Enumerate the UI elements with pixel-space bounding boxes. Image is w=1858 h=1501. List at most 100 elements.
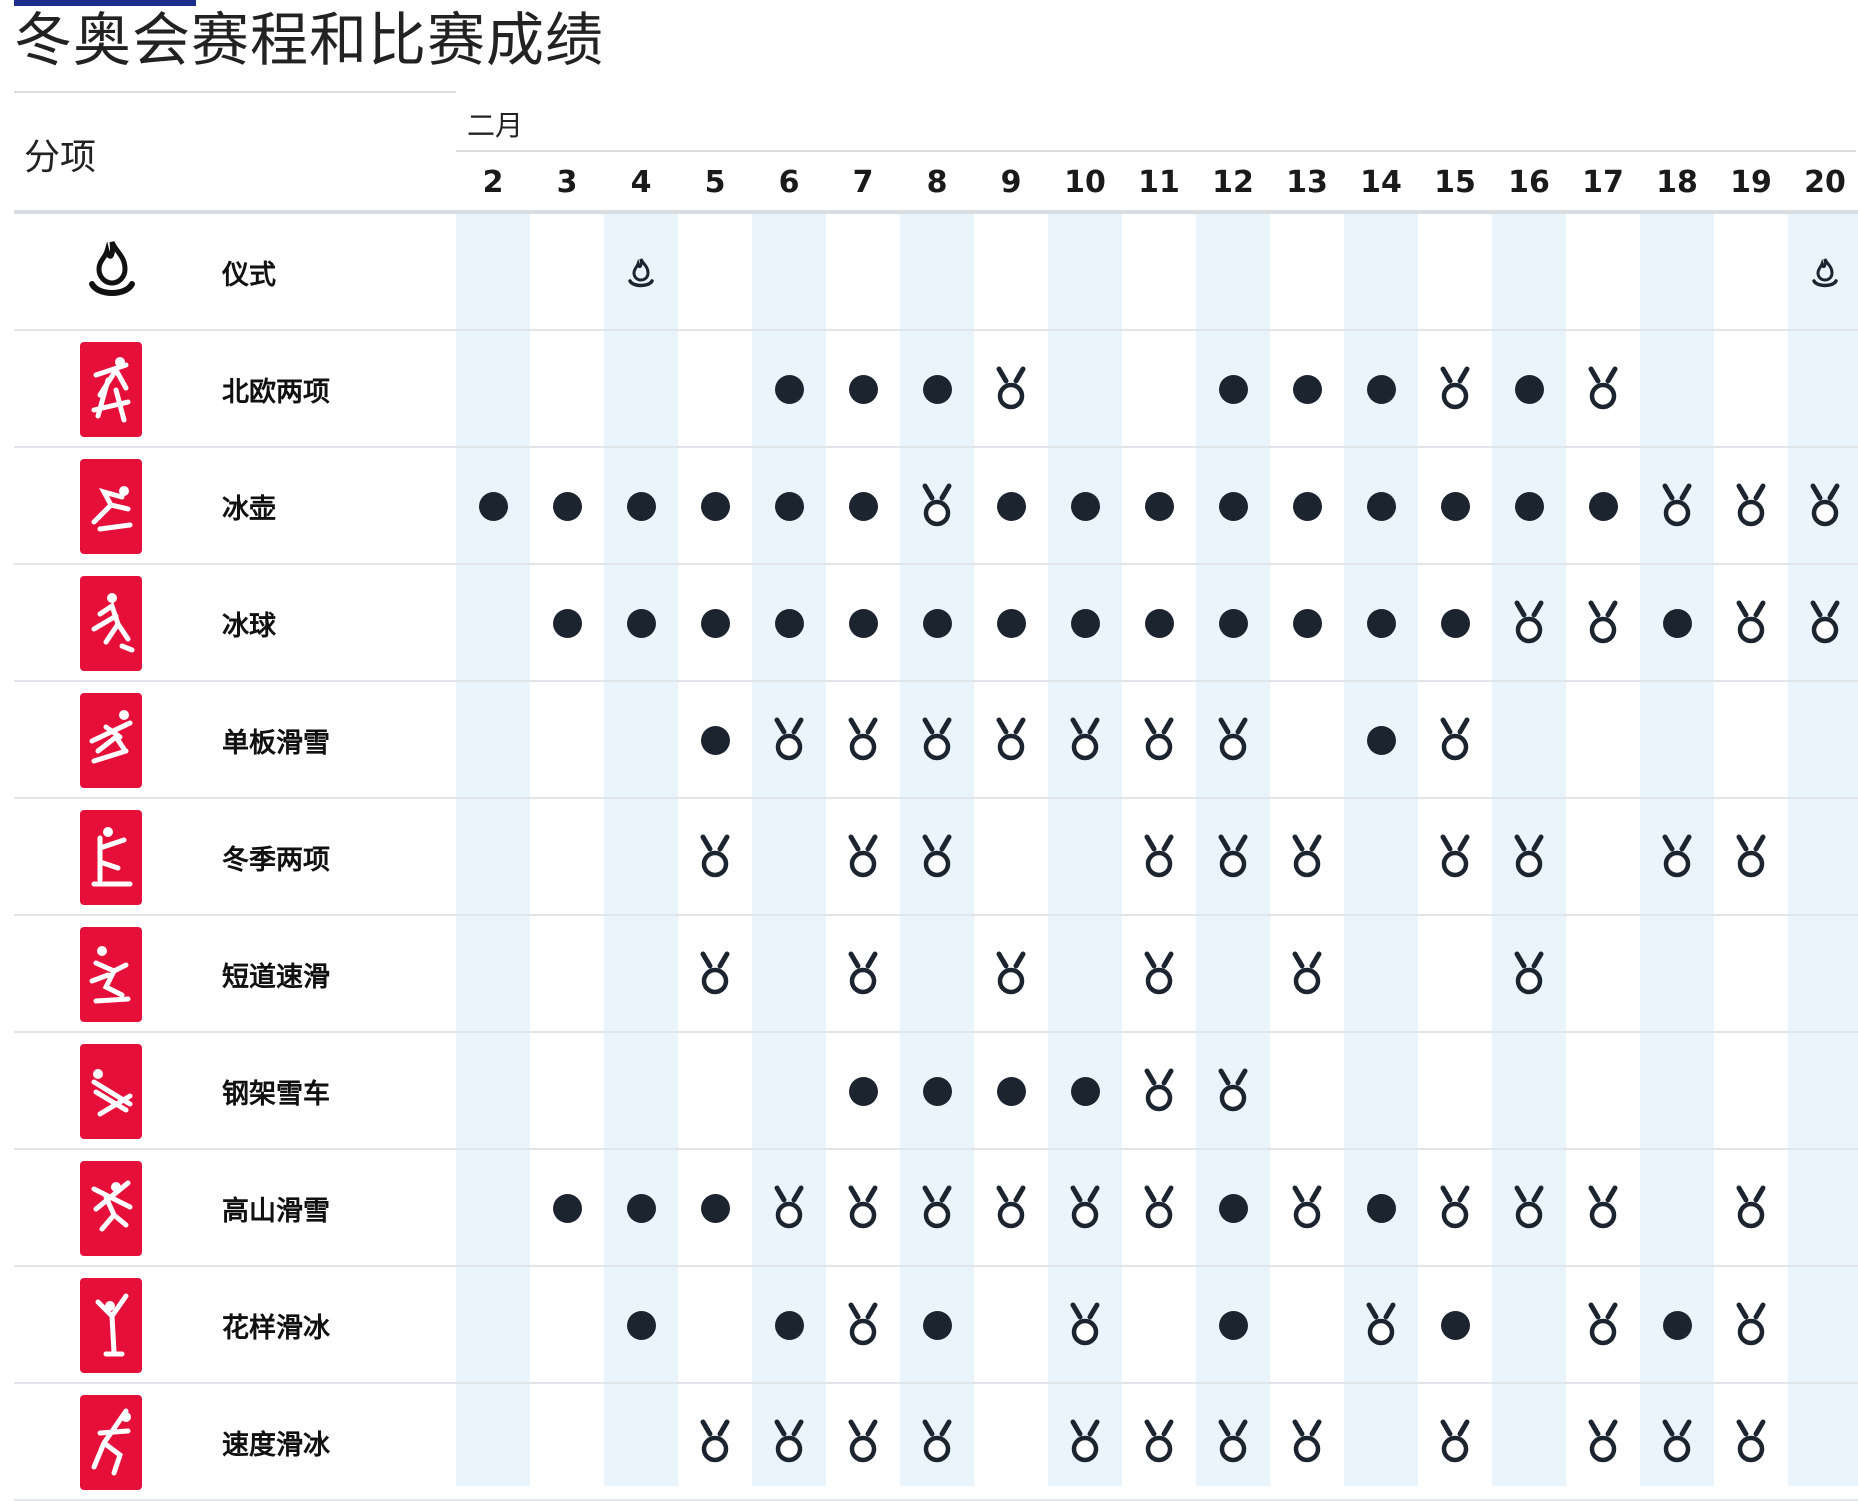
- medal-event[interactable]: [1344, 1267, 1418, 1384]
- competition-dot[interactable]: [1418, 1267, 1492, 1384]
- sport-name[interactable]: 单板滑雪: [222, 682, 330, 799]
- medal-event[interactable]: [1270, 1150, 1344, 1267]
- competition-dot[interactable]: [752, 448, 826, 565]
- medal-event[interactable]: [1714, 799, 1788, 916]
- competition-dot[interactable]: [530, 448, 604, 565]
- medal-event[interactable]: [1122, 799, 1196, 916]
- competition-dot[interactable]: [678, 448, 752, 565]
- competition-dot[interactable]: [1270, 565, 1344, 682]
- medal-event[interactable]: [1714, 448, 1788, 565]
- competition-dot[interactable]: [604, 1150, 678, 1267]
- medal-event[interactable]: [1492, 916, 1566, 1033]
- competition-dot[interactable]: [1640, 565, 1714, 682]
- competition-dot[interactable]: [826, 331, 900, 448]
- medal-event[interactable]: [1122, 682, 1196, 799]
- medal-event[interactable]: [1048, 1150, 1122, 1267]
- sport-name[interactable]: 冰球: [222, 565, 276, 682]
- medal-event[interactable]: [1714, 565, 1788, 682]
- competition-dot[interactable]: [1492, 331, 1566, 448]
- competition-dot[interactable]: [826, 565, 900, 682]
- medal-event[interactable]: [826, 799, 900, 916]
- medal-event[interactable]: [1418, 799, 1492, 916]
- medal-event[interactable]: [1418, 1384, 1492, 1501]
- sport-row[interactable]: 单板滑雪: [14, 682, 1858, 799]
- medal-event[interactable]: [974, 682, 1048, 799]
- sport-name[interactable]: 冰壶: [222, 448, 276, 565]
- medal-event[interactable]: [752, 682, 826, 799]
- medal-event[interactable]: [826, 1267, 900, 1384]
- medal-event[interactable]: [826, 1150, 900, 1267]
- competition-dot[interactable]: [604, 448, 678, 565]
- medal-event[interactable]: [1270, 799, 1344, 916]
- medal-event[interactable]: [1640, 448, 1714, 565]
- competition-dot[interactable]: [1344, 448, 1418, 565]
- competition-dot[interactable]: [752, 565, 826, 682]
- sport-name[interactable]: 冬季两项: [222, 799, 330, 916]
- competition-dot[interactable]: [826, 448, 900, 565]
- ceremony-event[interactable]: [1788, 214, 1858, 331]
- competition-dot[interactable]: [974, 448, 1048, 565]
- competition-dot[interactable]: [1122, 448, 1196, 565]
- competition-dot[interactable]: [1344, 682, 1418, 799]
- medal-event[interactable]: [1566, 1267, 1640, 1384]
- medal-event[interactable]: [678, 799, 752, 916]
- medal-event[interactable]: [1048, 1267, 1122, 1384]
- medal-event[interactable]: [1418, 331, 1492, 448]
- sport-name[interactable]: 仪式: [222, 214, 276, 331]
- competition-dot[interactable]: [678, 565, 752, 682]
- competition-dot[interactable]: [604, 1267, 678, 1384]
- competition-dot[interactable]: [530, 1150, 604, 1267]
- medal-event[interactable]: [1048, 682, 1122, 799]
- competition-dot[interactable]: [530, 565, 604, 682]
- medal-event[interactable]: [900, 682, 974, 799]
- competition-dot[interactable]: [752, 1267, 826, 1384]
- sport-name[interactable]: 花样滑冰: [222, 1267, 330, 1384]
- sport-name[interactable]: 钢架雪车: [222, 1033, 330, 1150]
- competition-dot[interactable]: [1196, 565, 1270, 682]
- sport-name[interactable]: 速度滑冰: [222, 1384, 330, 1501]
- medal-event[interactable]: [1788, 565, 1858, 682]
- medal-event[interactable]: [1196, 1384, 1270, 1501]
- medal-event[interactable]: [1714, 1150, 1788, 1267]
- competition-dot[interactable]: [1196, 1150, 1270, 1267]
- medal-event[interactable]: [900, 448, 974, 565]
- medal-event[interactable]: [1566, 331, 1640, 448]
- medal-event[interactable]: [1566, 1384, 1640, 1501]
- sport-name[interactable]: 短道速滑: [222, 916, 330, 1033]
- medal-event[interactable]: [1196, 799, 1270, 916]
- competition-dot[interactable]: [1344, 331, 1418, 448]
- competition-dot[interactable]: [1122, 565, 1196, 682]
- medal-event[interactable]: [900, 1384, 974, 1501]
- medal-event[interactable]: [826, 916, 900, 1033]
- competition-dot[interactable]: [1566, 448, 1640, 565]
- competition-dot[interactable]: [1196, 1267, 1270, 1384]
- medal-event[interactable]: [1640, 799, 1714, 916]
- medal-event[interactable]: [1270, 1384, 1344, 1501]
- medal-event[interactable]: [1492, 799, 1566, 916]
- sport-row[interactable]: 高山滑雪: [14, 1150, 1858, 1267]
- medal-event[interactable]: [1122, 1033, 1196, 1150]
- competition-dot[interactable]: [604, 565, 678, 682]
- competition-dot[interactable]: [1048, 1033, 1122, 1150]
- medal-event[interactable]: [1196, 682, 1270, 799]
- medal-event[interactable]: [1122, 916, 1196, 1033]
- competition-dot[interactable]: [1640, 1267, 1714, 1384]
- medal-event[interactable]: [974, 1150, 1048, 1267]
- competition-dot[interactable]: [1492, 448, 1566, 565]
- competition-dot[interactable]: [900, 1033, 974, 1150]
- medal-event[interactable]: [678, 916, 752, 1033]
- competition-dot[interactable]: [1196, 448, 1270, 565]
- medal-event[interactable]: [1196, 1033, 1270, 1150]
- competition-dot[interactable]: [974, 1033, 1048, 1150]
- competition-dot[interactable]: [1418, 448, 1492, 565]
- competition-dot[interactable]: [1270, 331, 1344, 448]
- medal-event[interactable]: [826, 1384, 900, 1501]
- medal-event[interactable]: [1270, 916, 1344, 1033]
- medal-event[interactable]: [1566, 565, 1640, 682]
- sport-row[interactable]: 冰壶: [14, 448, 1858, 565]
- medal-event[interactable]: [1122, 1384, 1196, 1501]
- sport-row[interactable]: 钢架雪车: [14, 1033, 1858, 1150]
- competition-dot[interactable]: [826, 1033, 900, 1150]
- medal-event[interactable]: [1048, 1384, 1122, 1501]
- medal-event[interactable]: [1640, 1384, 1714, 1501]
